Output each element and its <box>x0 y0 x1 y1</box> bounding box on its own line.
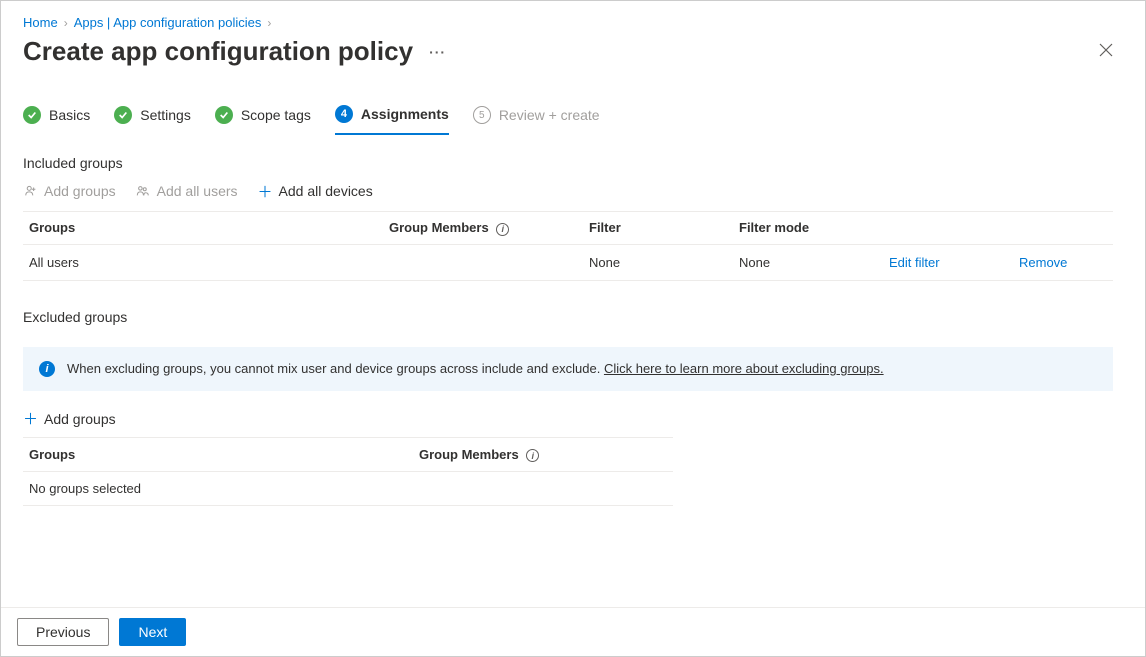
page-title-text: Create app configuration policy <box>23 36 413 67</box>
col-filter-mode: Filter mode <box>739 220 889 235</box>
step-number-icon: 4 <box>335 105 353 123</box>
cell-filter: None <box>589 255 739 270</box>
step-label: Assignments <box>361 106 449 122</box>
col-groups: Groups <box>29 220 389 235</box>
excluded-groups-heading: Excluded groups <box>23 309 1123 325</box>
page-title: Create app configuration policy ··· <box>23 36 446 67</box>
check-icon <box>114 106 132 124</box>
add-groups-excluded-button[interactable]: ＋ Add groups <box>23 411 116 427</box>
plus-icon: ＋ <box>258 184 273 199</box>
close-icon[interactable] <box>1089 37 1123 67</box>
check-icon <box>215 106 233 124</box>
info-icon: i <box>39 361 55 377</box>
edit-filter-link[interactable]: Edit filter <box>889 255 1019 270</box>
footer-bar: Previous Next <box>1 607 1145 656</box>
table-header: Groups Group Members i <box>23 437 673 473</box>
cell-group: All users <box>29 255 389 270</box>
tool-label: Add groups <box>44 411 116 427</box>
table-header: Groups Group Members i Filter Filter mod… <box>23 211 1113 245</box>
step-basics[interactable]: Basics <box>23 106 90 134</box>
chevron-right-icon: › <box>64 16 68 30</box>
excluded-groups-table: Groups Group Members i No groups selecte… <box>23 437 673 507</box>
step-tabs: Basics Settings Scope tags 4 Assignments… <box>23 105 1123 135</box>
next-button[interactable]: Next <box>119 618 186 646</box>
step-label: Basics <box>49 107 90 123</box>
chevron-right-icon: › <box>267 16 271 30</box>
step-label: Review + create <box>499 107 600 123</box>
col-filter: Filter <box>589 220 739 235</box>
remove-link[interactable]: Remove <box>1019 255 1119 270</box>
breadcrumb-apps[interactable]: Apps | App configuration policies <box>74 15 262 30</box>
person-add-icon <box>23 184 38 199</box>
included-toolbar: Add groups Add all users ＋ Add all devic… <box>23 183 1123 199</box>
table-row: No groups selected <box>23 472 673 506</box>
info-banner: i When excluding groups, you cannot mix … <box>23 347 1113 391</box>
add-groups-button[interactable]: Add groups <box>23 183 116 199</box>
table-row: All users None None Edit filter Remove <box>23 245 1113 281</box>
learn-more-link[interactable]: Click here to learn more about excluding… <box>604 361 884 376</box>
step-settings[interactable]: Settings <box>114 106 191 134</box>
tool-label: Add all devices <box>279 183 373 199</box>
included-groups-heading: Included groups <box>23 155 1123 171</box>
step-review-create[interactable]: 5 Review + create <box>473 106 600 134</box>
breadcrumb: Home › Apps | App configuration policies… <box>23 15 1123 30</box>
step-label: Settings <box>140 107 191 123</box>
col-members: Group Members i <box>419 447 679 463</box>
more-icon[interactable]: ··· <box>429 44 446 60</box>
empty-row-text: No groups selected <box>29 481 419 496</box>
included-groups-table: Groups Group Members i Filter Filter mod… <box>23 211 1113 281</box>
info-icon[interactable]: i <box>526 449 539 462</box>
col-groups: Groups <box>29 447 419 462</box>
col-members: Group Members i <box>389 220 589 236</box>
breadcrumb-home[interactable]: Home <box>23 15 58 30</box>
tool-label: Add all users <box>157 183 238 199</box>
info-icon[interactable]: i <box>496 223 509 236</box>
people-icon <box>136 184 151 199</box>
check-icon <box>23 106 41 124</box>
add-all-users-button[interactable]: Add all users <box>136 183 238 199</box>
step-number-icon: 5 <box>473 106 491 124</box>
cell-filter-mode: None <box>739 255 889 270</box>
tool-label: Add groups <box>44 183 116 199</box>
previous-button[interactable]: Previous <box>17 618 109 646</box>
step-label: Scope tags <box>241 107 311 123</box>
step-scope-tags[interactable]: Scope tags <box>215 106 311 134</box>
plus-icon: ＋ <box>23 411 38 426</box>
add-all-devices-button[interactable]: ＋ Add all devices <box>258 183 373 199</box>
excluded-toolbar: ＋ Add groups <box>23 411 1123 427</box>
info-text: When excluding groups, you cannot mix us… <box>67 361 884 376</box>
step-assignments[interactable]: 4 Assignments <box>335 105 449 135</box>
